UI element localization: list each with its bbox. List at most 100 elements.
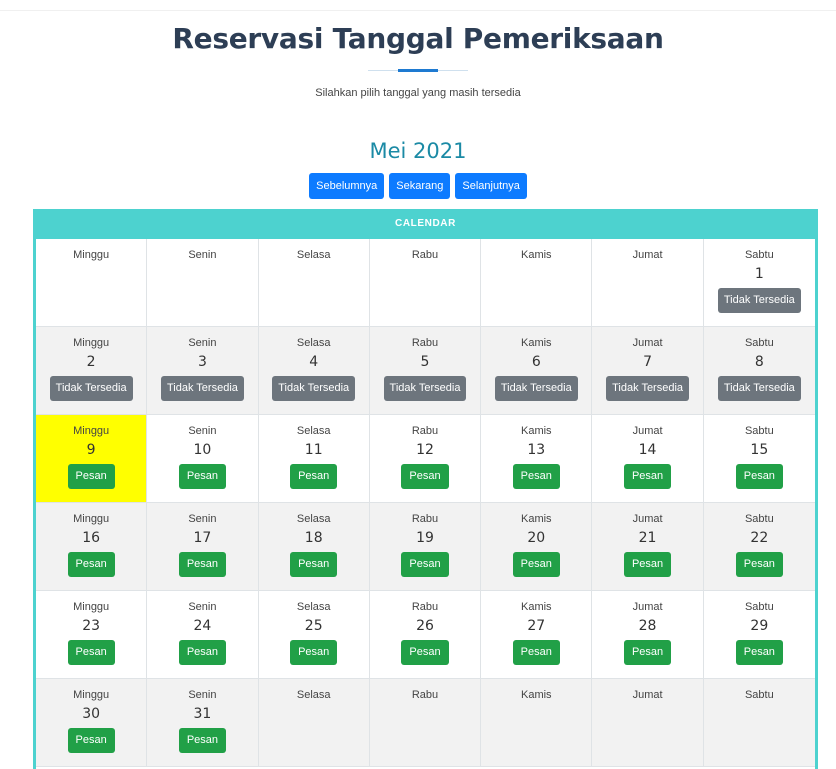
top-divider-line: [0, 0, 836, 11]
date-number: 3: [197, 354, 207, 370]
date-number: 7: [643, 354, 653, 370]
date-number: 31: [193, 706, 212, 722]
weekday-label: Senin: [188, 513, 217, 525]
book-button[interactable]: Pesan: [623, 464, 672, 489]
unavailable-button: Tidak Tersedia: [717, 376, 801, 401]
weekday-label: Rabu: [411, 689, 439, 701]
previous-month-button[interactable]: Sebelumnya: [309, 173, 385, 199]
title-underline: [368, 69, 468, 72]
book-button[interactable]: Pesan: [735, 464, 783, 489]
weekday-label: Kamis: [521, 425, 552, 437]
date-number: 10: [193, 442, 212, 458]
book-button[interactable]: Pesan: [623, 640, 672, 665]
book-button[interactable]: Pesan: [623, 552, 672, 577]
calendar-day-cell: Senin 24 Pesan: [147, 591, 259, 679]
weekday-label: Sabtu: [744, 249, 774, 261]
page-title: Reservasi Tanggal Pemeriksaan: [172, 22, 664, 55]
calendar: CALENDAR Minggu Senin Selasa Rabu Kamis Jumat…: [33, 209, 818, 769]
date-number: 4: [309, 354, 319, 370]
calendar-day-cell: Senin 10 Pesan: [147, 415, 259, 503]
title-underline-accent: [398, 69, 438, 72]
calendar-day-cell: Jumat 28 Pesan: [592, 591, 704, 679]
book-button[interactable]: Pesan: [735, 640, 783, 665]
unavailable-button: Tidak Tersedia: [383, 376, 467, 401]
calendar-empty-cell: Kamis: [481, 679, 593, 767]
calendar-day-cell: Minggu 30 Pesan: [36, 679, 148, 767]
calendar-day-cell: Minggu 9 Pesan: [36, 415, 148, 503]
calendar-day-cell: Kamis 6 Tidak Tersedia: [481, 327, 593, 415]
calendar-day-cell: Selasa 11 Pesan: [258, 415, 370, 503]
book-button[interactable]: Pesan: [401, 552, 449, 577]
date-number: 30: [82, 706, 101, 722]
date-number: 9: [86, 442, 96, 458]
book-button[interactable]: Pesan: [512, 464, 560, 489]
book-button[interactable]: Pesan: [290, 640, 338, 665]
book-button[interactable]: Pesan: [401, 464, 449, 489]
book-button[interactable]: Pesan: [178, 552, 227, 577]
date-number: 27: [527, 618, 546, 634]
unavailable-button: Tidak Tersedia: [49, 376, 133, 401]
weekday-label: Sabtu: [744, 425, 774, 437]
weekday-label: Selasa: [296, 337, 331, 349]
date-number: 17: [193, 530, 212, 546]
unavailable-button: Tidak Tersedia: [494, 376, 578, 401]
date-number: 15: [750, 442, 769, 458]
weekday-label: Sabtu: [744, 337, 774, 349]
book-button[interactable]: Pesan: [512, 640, 560, 665]
weekday-label: Senin: [188, 689, 217, 701]
book-button[interactable]: Pesan: [512, 552, 560, 577]
calendar-day-cell: Selasa 4 Tidak Tersedia: [258, 327, 370, 415]
calendar-empty-cell: Jumat: [592, 239, 704, 327]
weekday-label: Sabtu: [744, 601, 774, 613]
book-button[interactable]: Pesan: [401, 640, 449, 665]
calendar-day-cell: Kamis 20 Pesan: [481, 503, 593, 591]
weekday-label: Minggu: [73, 689, 110, 701]
book-button[interactable]: Pesan: [178, 728, 227, 753]
weekday-label: Rabu: [411, 425, 439, 437]
calendar-day-cell: Senin 17 Pesan: [147, 503, 259, 591]
calendar-day-cell: Minggu 2 Tidak Tersedia: [36, 327, 148, 415]
date-number: 21: [638, 530, 657, 546]
date-number: 6: [531, 354, 541, 370]
calendar-day-cell: Kamis 27 Pesan: [481, 591, 593, 679]
book-button[interactable]: Pesan: [67, 552, 115, 577]
weekday-label: Sabtu: [744, 513, 774, 525]
calendar-day-cell: Rabu 5 Tidak Tersedia: [369, 327, 482, 415]
weekday-label: Jumat: [632, 513, 663, 525]
calendar-empty-cell: Senin: [147, 239, 259, 327]
calendar-day-cell: Minggu 23 Pesan: [36, 591, 148, 679]
weekday-label: Minggu: [73, 425, 110, 437]
book-button[interactable]: Pesan: [290, 552, 338, 577]
book-button[interactable]: Pesan: [178, 640, 227, 665]
next-month-button[interactable]: Selanjutnya: [455, 173, 527, 199]
weekday-label: Rabu: [411, 513, 439, 525]
calendar-grid: Minggu Senin Selasa Rabu Kamis Jumat Sabtu 1 Tid…: [36, 239, 815, 767]
calendar-empty-cell: Sabtu: [703, 679, 815, 767]
calendar-empty-cell: Selasa: [258, 679, 370, 767]
weekday-label: Kamis: [521, 337, 552, 349]
date-number: 2: [86, 354, 96, 370]
weekday-label: Kamis: [521, 513, 552, 525]
book-button[interactable]: Pesan: [67, 728, 115, 753]
calendar-day-cell: Sabtu 15 Pesan: [703, 415, 815, 503]
weekday-label: Selasa: [296, 513, 331, 525]
book-button[interactable]: Pesan: [67, 640, 115, 665]
calendar-header: CALENDAR: [36, 209, 815, 239]
weekday-label: Senin: [188, 601, 217, 613]
book-button[interactable]: Pesan: [67, 464, 115, 489]
weekday-label: Jumat: [632, 337, 663, 349]
current-month-button[interactable]: Sekarang: [389, 173, 451, 199]
calendar-empty-cell: Jumat: [592, 679, 704, 767]
book-button[interactable]: Pesan: [290, 464, 338, 489]
book-button[interactable]: Pesan: [735, 552, 783, 577]
weekday-label: Kamis: [521, 601, 552, 613]
weekday-label: Jumat: [632, 689, 663, 701]
book-button[interactable]: Pesan: [178, 464, 227, 489]
date-number: 25: [304, 618, 323, 634]
weekday-label: Kamis: [521, 249, 552, 261]
calendar-day-cell: Selasa 18 Pesan: [258, 503, 370, 591]
weekday-label: Senin: [188, 425, 217, 437]
weekday-label: Jumat: [632, 249, 663, 261]
calendar-day-cell: Rabu 26 Pesan: [369, 591, 482, 679]
calendar-day-cell: Jumat 7 Tidak Tersedia: [592, 327, 704, 415]
